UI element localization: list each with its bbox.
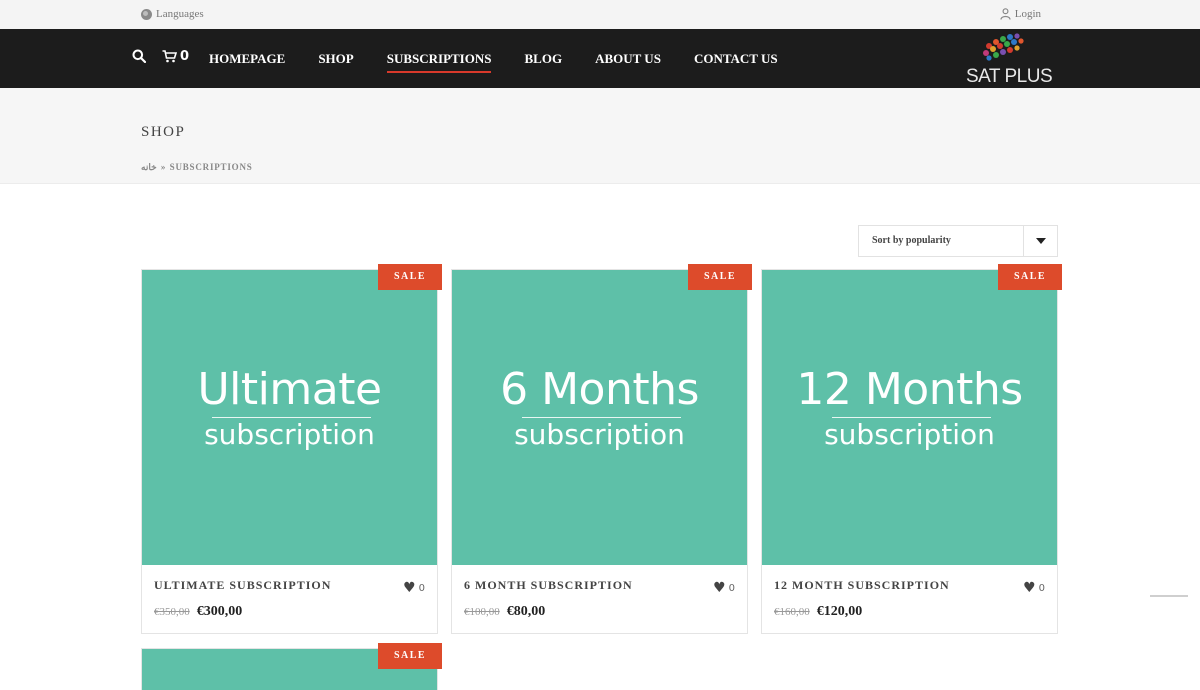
heart-icon: ♥ <box>403 580 416 596</box>
top-bar: Languages Login <box>0 0 1200 29</box>
login-label: Login <box>1014 8 1041 20</box>
nav-item-contact-us[interactable]: CONTACT US <box>694 51 778 67</box>
product-image[interactable]: 12 Months subscription <box>762 270 1057 565</box>
wishlist-count: 0 <box>728 582 735 594</box>
sale-badge: SALE <box>378 264 442 290</box>
sale-badge: SALE <box>688 264 752 290</box>
search-icon <box>132 49 147 64</box>
nav-item-homepage[interactable]: HOMEPAGE <box>209 51 285 67</box>
product-image-subtitle: subscription <box>824 418 995 451</box>
product-image-title: 6 Months <box>500 364 699 415</box>
wishlist-button[interactable]: ♥ 0 <box>403 581 425 595</box>
product-image-title: 12 Months <box>796 364 1023 415</box>
languages-label: Languages <box>156 8 204 20</box>
product-price: €160,00 €120,00 <box>774 602 862 620</box>
product-card[interactable]: 12 Months subscription 12 MONTH SUBSCRIP… <box>761 269 1058 634</box>
nav-item-about-us[interactable]: ABOUT US <box>595 51 661 67</box>
wishlist-count: 0 <box>418 582 425 594</box>
old-price: €350,00 <box>154 606 190 618</box>
old-price: €100,00 <box>464 606 500 618</box>
sale-badge: SALE <box>998 264 1062 290</box>
nav-menu: HOMEPAGE SHOP SUBSCRIPTIONS BLOG ABOUT U… <box>209 51 811 73</box>
sale-price: €120,00 <box>816 604 863 619</box>
sort-select[interactable]: Sort by popularity <box>858 225 1058 257</box>
product-card[interactable]: Ultimate subscription ULTIMATE SUBSCRIPT… <box>141 269 438 634</box>
cart-count: 0 <box>180 49 190 64</box>
heart-icon: ♥ <box>1023 580 1036 596</box>
chevron-down-icon[interactable] <box>1023 226 1057 256</box>
wishlist-count: 0 <box>1038 582 1045 594</box>
product-image-subtitle: subscription <box>514 418 685 451</box>
breadcrumb-separator: » <box>160 162 166 172</box>
user-icon <box>1000 8 1011 20</box>
sort-selected-value: Sort by popularity <box>872 235 951 246</box>
heart-icon: ♥ <box>713 580 726 596</box>
nav-item-shop[interactable]: SHOP <box>318 51 353 67</box>
login-link[interactable]: Login <box>1000 8 1041 20</box>
cart-button[interactable]: 0 <box>162 49 189 64</box>
breadcrumb-current: SUBSCRIPTIONS <box>169 162 253 172</box>
languages-switcher[interactable]: Languages <box>141 8 204 20</box>
page-header: SHOP خانه » SUBSCRIPTIONS <box>0 88 1200 184</box>
wishlist-button[interactable]: ♥ 0 <box>713 581 735 595</box>
product-title[interactable]: ULTIMATE SUBSCRIPTION <box>154 578 331 593</box>
product-card[interactable]: 6 Months subscription 6 MONTH SUBSCRIPTI… <box>451 269 748 634</box>
main-navigation: 0 HOMEPAGE SHOP SUBSCRIPTIONS BLOG ABOUT… <box>0 29 1200 88</box>
breadcrumb-home[interactable]: خانه <box>141 162 157 172</box>
sale-price: €80,00 <box>506 604 546 619</box>
nav-item-blog[interactable]: BLOG <box>524 51 562 67</box>
wishlist-button[interactable]: ♥ 0 <box>1023 581 1045 595</box>
cart-icon <box>162 50 177 63</box>
old-price: €160,00 <box>774 606 810 618</box>
breadcrumb: خانه » SUBSCRIPTIONS <box>141 162 253 173</box>
scroll-to-top-indicator[interactable] <box>1150 595 1188 597</box>
product-title[interactable]: 6 MONTH SUBSCRIPTION <box>464 578 633 593</box>
search-button[interactable] <box>132 49 147 67</box>
product-price: €350,00 €300,00 <box>154 602 242 620</box>
product-title[interactable]: 12 MONTH SUBSCRIPTION <box>774 578 950 593</box>
product-image-title: Ultimate <box>197 364 382 415</box>
sale-badge: SALE <box>378 643 442 669</box>
site-logo[interactable]: SAT PLUS <box>964 29 1053 87</box>
product-image[interactable]: Ultimate subscription <box>142 270 437 565</box>
nav-item-subscriptions[interactable]: SUBSCRIPTIONS <box>386 51 491 73</box>
product-image[interactable]: 6 Months subscription <box>452 270 747 565</box>
logo-text: SAT PLUS <box>966 66 1053 87</box>
logo-dots-graphic <box>983 33 1024 61</box>
sale-price: €300,00 <box>196 604 243 619</box>
globe-icon <box>141 8 152 20</box>
page-title: SHOP <box>141 124 186 140</box>
product-image-subtitle: subscription <box>204 418 375 451</box>
product-price: €100,00 €80,00 <box>464 602 545 620</box>
